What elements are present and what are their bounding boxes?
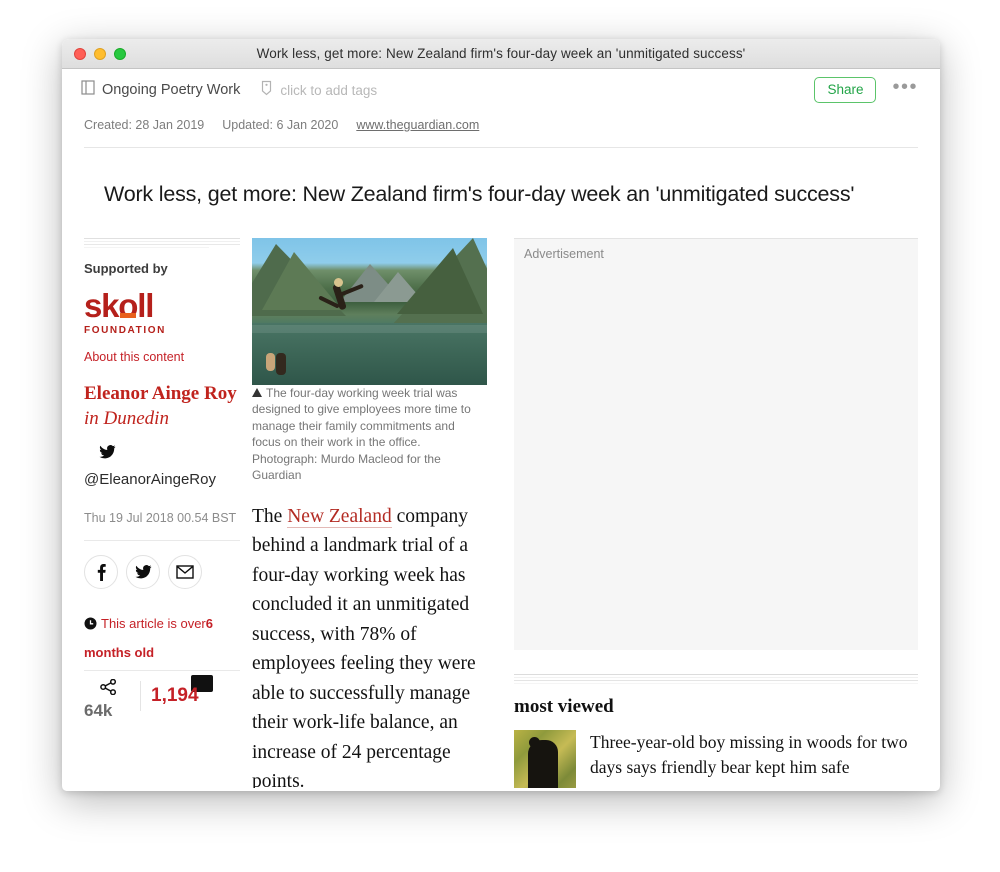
comment-count-block[interactable]: 1,194 (151, 674, 213, 706)
share-count-block[interactable]: 64k (84, 678, 140, 721)
article-columns: Supported by skoll FOUNDATION About this… (84, 237, 918, 788)
application-window: Work less, get more: New Zealand firm's … (62, 39, 940, 791)
window-title: Work less, get more: New Zealand firm's … (256, 46, 746, 61)
created-date: Created: 28 Jan 2019 (84, 118, 205, 132)
sponsor-logo-subtitle: FOUNDATION (84, 324, 166, 336)
note-toolbar: Ongoing Poetry Work click to add tags Sh… (62, 69, 940, 111)
article-center-column: The four-day working week trial was desi… (252, 237, 492, 788)
rail-divider-1 (84, 539, 240, 541)
share-facebook-button[interactable] (84, 554, 118, 589)
window-bottom-edge (62, 788, 940, 791)
notebook-name: Ongoing Poetry Work (102, 82, 241, 98)
engagement-counts: 64k 1,194 (84, 674, 240, 721)
note-metadata-row: Created: 28 Jan 2019 Updated: 6 Jan 2020… (62, 111, 940, 139)
more-options-button[interactable]: ••• (892, 77, 918, 98)
byline-author-name[interactable]: Eleanor Ainge Roy (84, 383, 237, 404)
most-viewed-heading: most viewed (514, 695, 614, 717)
share-email-button[interactable] (168, 554, 202, 589)
hero-caption: The four-day working week trial was desi… (252, 385, 484, 484)
updated-date: Updated: 6 Jan 2020 (222, 118, 339, 132)
supported-by-label: Supported by (84, 260, 168, 276)
advertisement-slot: Advertisement (514, 237, 918, 650)
tag-placeholder: click to add tags (280, 82, 378, 98)
article-content: Work less, get more: New Zealand firm's … (62, 148, 940, 788)
hero-image (252, 237, 487, 385)
article-left-rail: Supported by skoll FOUNDATION About this… (84, 237, 252, 788)
byline-location: in Dunedin (84, 407, 169, 429)
age-warning-suffix: months old (84, 644, 155, 660)
share-count: 64k (84, 700, 113, 720)
sponsor-logo-accent (120, 312, 136, 318)
author-twitter-handle[interactable]: @EleanorAingeRoy (84, 471, 240, 488)
count-divider (140, 680, 141, 711)
advertisement-label: Advertisement (524, 246, 604, 261)
article-paragraph-1: The New Zealand company behind a landmar… (252, 502, 484, 788)
comment-count: 1,194 (151, 684, 199, 706)
share-button[interactable]: Share (814, 77, 877, 103)
notebook-selector[interactable]: Ongoing Poetry Work (81, 80, 240, 100)
sponsor-logo-wordmark: skoll (84, 286, 154, 324)
author-twitter-block[interactable]: @EleanorAingeRoy (84, 444, 240, 488)
twitter-icon (84, 444, 240, 464)
rail-divider-2 (84, 669, 240, 671)
most-viewed-item-title: Three-year-old boy missing in woods for … (590, 731, 908, 777)
age-warning-text: This article is over (101, 615, 206, 631)
skoll-foundation-logo: skoll FOUNDATION (84, 286, 240, 336)
publication-date: Thu 19 Jul 2018 00.54 BST (84, 510, 237, 525)
about-this-content-link[interactable]: About this content (84, 350, 240, 364)
hero-figure: The four-day working week trial was desi… (252, 237, 487, 484)
paragraph-text-b: company behind a landmark trial of a fou… (252, 505, 476, 788)
social-share-row (84, 554, 240, 589)
article-headline: Work less, get more: New Zealand firm's … (104, 182, 855, 207)
most-viewed-thumbnail (514, 729, 576, 788)
notebook-icon (81, 80, 95, 100)
tag-input[interactable]: click to add tags (260, 80, 377, 101)
article-byline: Eleanor Ainge Roy in Dunedin (84, 381, 240, 431)
share-icon (84, 678, 140, 700)
tag-icon (260, 80, 273, 101)
most-viewed-separator (514, 673, 918, 684)
rail-top-separator (84, 237, 240, 248)
caption-text: The four-day working week trial was desi… (252, 385, 471, 483)
paragraph-text-a: The (252, 505, 288, 527)
caption-triangle-icon (252, 387, 262, 397)
share-twitter-button[interactable] (126, 554, 160, 589)
clock-icon (84, 609, 97, 643)
age-warning-number: 6 (205, 615, 213, 631)
new-zealand-link[interactable]: New Zealand (287, 505, 392, 528)
article-age-warning: This article is over6 (84, 607, 240, 643)
article-right-column: Advertisement most viewed Three-year-old… (492, 237, 918, 788)
window-titlebar: Work less, get more: New Zealand firm's … (62, 39, 940, 69)
source-url-link[interactable]: www.theguardian.com (356, 118, 479, 132)
most-viewed-item[interactable]: Three-year-old boy missing in woods for … (514, 729, 918, 788)
